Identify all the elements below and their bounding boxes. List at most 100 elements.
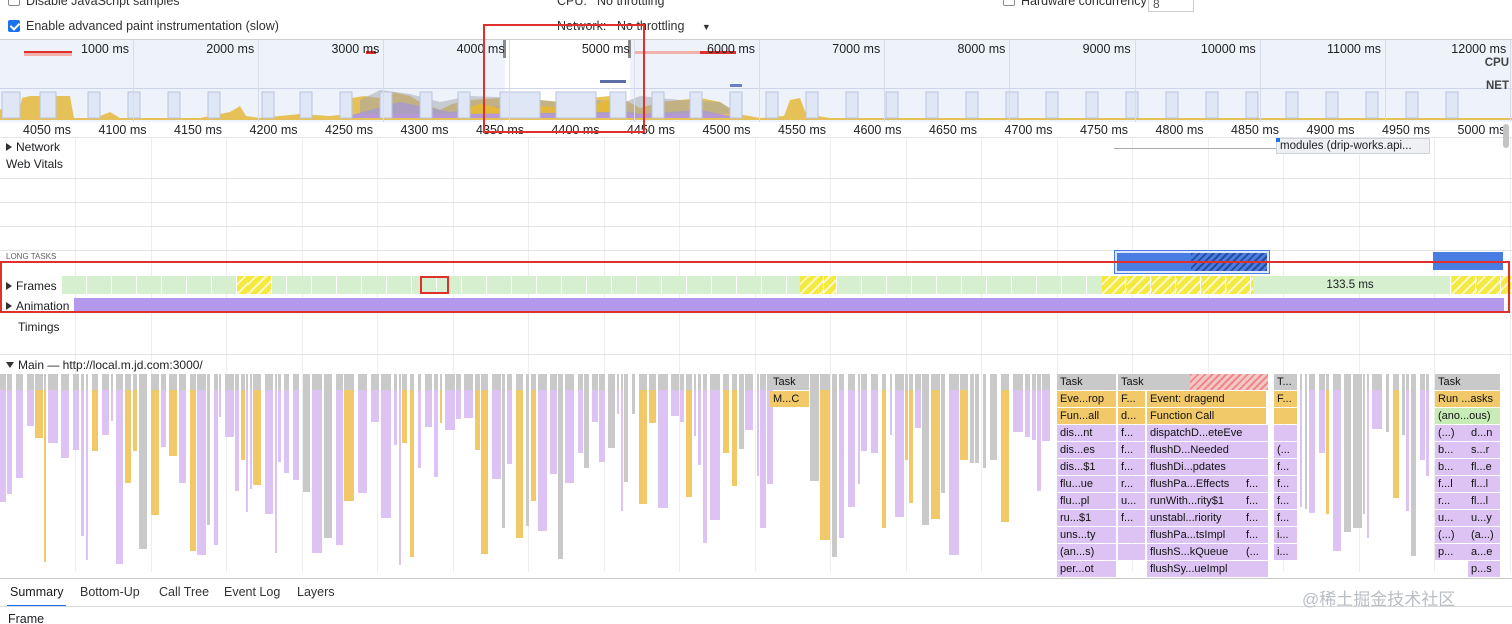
task-stripe — [1001, 374, 1009, 390]
overview-tick-label: 12000 ms — [1451, 42, 1507, 56]
overview-tick-label: 8000 ms — [957, 42, 1006, 56]
gridline — [301, 138, 303, 572]
function-bar[interactable]: f... — [1274, 459, 1298, 475]
network-track-header[interactable]: Network — [6, 140, 60, 154]
function-bar[interactable]: d... — [1118, 408, 1146, 424]
function-bar[interactable]: F... — [1118, 391, 1146, 407]
function-bar[interactable] — [1118, 544, 1146, 560]
function-bar[interactable] — [1243, 425, 1269, 441]
function-bar[interactable] — [1274, 425, 1298, 441]
function-bar[interactable]: f... — [1243, 510, 1269, 526]
tab-summary[interactable]: Summary — [6, 585, 68, 607]
function-bar[interactable]: u...y — [1468, 510, 1501, 526]
function-bar[interactable]: i... — [1274, 527, 1298, 543]
function-bar[interactable] — [1243, 561, 1269, 577]
function-bar[interactable]: f... — [1243, 476, 1269, 492]
function-bar[interactable]: M...C — [770, 391, 810, 407]
function-bar[interactable] — [1468, 391, 1501, 407]
hardware-concurrency-checkbox[interactable] — [1003, 0, 1015, 6]
task-stripe — [410, 374, 414, 390]
function-bar[interactable]: dis...$1 — [1057, 459, 1117, 475]
tab-event-log[interactable]: Event Log — [224, 585, 280, 599]
function-bar[interactable]: f... — [1243, 527, 1269, 543]
function-bar[interactable]: flu...pl — [1057, 493, 1117, 509]
task-bar[interactable]: T... — [1274, 374, 1298, 390]
function-bar[interactable]: dis...nt — [1057, 425, 1117, 441]
flame-stripe — [1411, 374, 1416, 556]
task-stripe — [649, 374, 656, 390]
task-stripe — [839, 374, 844, 390]
task-stripe — [516, 374, 523, 390]
task-stripe — [694, 374, 696, 390]
ruler-tick-label: 5000 ms — [1457, 123, 1506, 137]
function-bar[interactable]: (a...) — [1468, 527, 1501, 543]
ruler-tick-label: 4300 ms — [400, 123, 449, 137]
function-bar[interactable]: p...s — [1468, 561, 1501, 577]
vertical-scrollbar[interactable] — [1503, 124, 1509, 148]
main-track-header[interactable]: Main — http://local.m.jd.com:3000/ — [6, 358, 203, 372]
flame-stripe — [1363, 374, 1365, 514]
flame-stripe — [516, 374, 523, 538]
function-bar[interactable]: F... — [1274, 391, 1298, 407]
task-bar[interactable]: Task — [770, 374, 810, 390]
gridline — [226, 138, 227, 572]
flame-stripe — [344, 374, 354, 501]
function-bar[interactable] — [1468, 408, 1501, 424]
task-stripe — [1333, 374, 1341, 390]
function-bar[interactable]: i... — [1274, 544, 1298, 560]
function-bar[interactable]: fl...e — [1468, 459, 1501, 475]
function-bar[interactable]: (an...s) — [1057, 544, 1117, 560]
task-stripe — [1305, 374, 1307, 390]
function-bar[interactable]: f... — [1118, 510, 1146, 526]
tab-bottom-up[interactable]: Bottom-Up — [80, 585, 140, 599]
function-bar[interactable]: per...ot — [1057, 561, 1117, 577]
function-bar[interactable]: fl...l — [1468, 476, 1501, 492]
function-bar[interactable]: u... — [1118, 493, 1146, 509]
paint-instrumentation-checkbox[interactable] — [8, 20, 20, 32]
function-bar[interactable]: (... — [1243, 544, 1269, 560]
function-bar[interactable]: d...n — [1468, 425, 1501, 441]
function-bar[interactable] — [1243, 391, 1269, 407]
function-bar[interactable] — [1243, 408, 1269, 424]
function-bar[interactable] — [1118, 527, 1146, 543]
function-bar[interactable]: Fun...all — [1057, 408, 1117, 424]
function-bar[interactable]: s...r — [1468, 442, 1501, 458]
function-bar[interactable]: f... — [1243, 493, 1269, 509]
gridline — [1509, 138, 1511, 572]
task-overtime — [1190, 374, 1268, 390]
function-bar[interactable]: flu...ue — [1057, 476, 1117, 492]
flame-stripe — [502, 374, 505, 528]
task-stripe — [832, 374, 837, 390]
ruler-tick-label: 4250 ms — [325, 123, 373, 137]
function-bar[interactable]: f... — [1118, 459, 1146, 475]
function-bar[interactable]: fl...l — [1468, 493, 1501, 509]
function-bar[interactable]: (... — [1274, 442, 1298, 458]
tab-call-tree[interactable]: Call Tree — [159, 585, 209, 599]
hardware-concurrency-input[interactable]: 8 — [1148, 0, 1194, 12]
function-bar[interactable]: a...e — [1468, 544, 1501, 560]
function-bar[interactable]: f... — [1274, 510, 1298, 526]
function-bar[interactable]: f... — [1118, 425, 1146, 441]
function-bar[interactable]: f... — [1274, 493, 1298, 509]
tab-layers[interactable]: Layers — [297, 585, 335, 599]
disable-js-checkbox[interactable] — [8, 0, 20, 6]
function-bar[interactable]: Eve...rop — [1057, 391, 1117, 407]
task-bar[interactable]: Task — [1435, 374, 1501, 390]
cpu-select[interactable]: No throttling — [597, 0, 664, 8]
function-bar[interactable]: ru...$1 — [1057, 510, 1117, 526]
function-bar[interactable]: uns...ty — [1057, 527, 1117, 543]
function-bar[interactable] — [1274, 408, 1298, 424]
function-bar[interactable]: f... — [1118, 442, 1146, 458]
task-bar[interactable]: Task — [1057, 374, 1117, 390]
function-bar[interactable]: f... — [1274, 476, 1298, 492]
timeline-overview[interactable]: 1000 ms 2000 ms 3000 ms 4000 ms 5000 ms 6000 … — [0, 40, 1512, 122]
flame-stripe — [658, 374, 668, 508]
function-bar[interactable] — [1243, 442, 1269, 458]
function-bar[interactable]: dis...es — [1057, 442, 1117, 458]
network-request-item[interactable]: modules (drip-works.api... — [1276, 138, 1430, 154]
function-bar[interactable]: r... — [1118, 476, 1146, 492]
overview-gridline — [383, 40, 385, 122]
task-stripe — [275, 374, 277, 390]
function-bar[interactable] — [1243, 459, 1269, 475]
ruler-tick-label: 4850 ms — [1231, 123, 1279, 137]
